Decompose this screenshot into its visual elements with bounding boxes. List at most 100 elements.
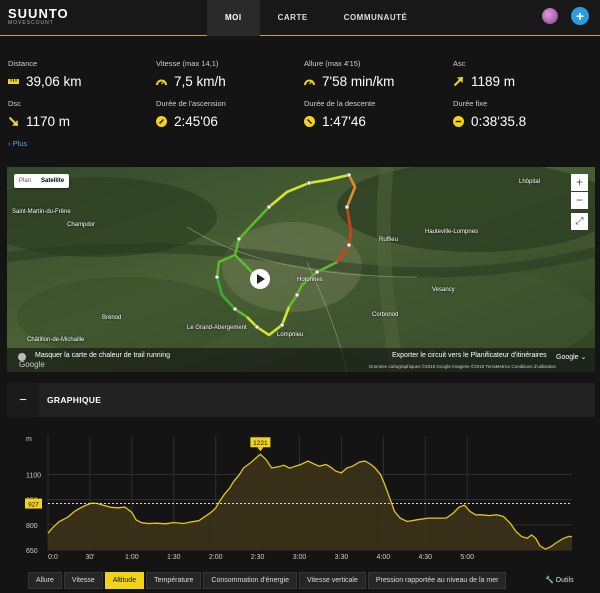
map-place-label: Hotonnes: [297, 277, 323, 283]
nav-tab-moi[interactable]: MOI: [207, 0, 260, 36]
more-stats-label: Plus: [12, 139, 28, 148]
map-type-control: Plan Satellite: [14, 174, 70, 188]
tools-label: Outils: [555, 577, 574, 584]
x-tick-label: 5:00: [460, 554, 474, 561]
max-altitude-pointer: [257, 447, 264, 452]
map-place-label: Ruffieu: [379, 237, 398, 243]
y-tick-label: 650: [26, 548, 38, 555]
map-place-label: Le Grand-Abergement: [187, 325, 247, 331]
stat-value: 7'58 min/km: [322, 74, 395, 89]
main-nav: MOI CARTE COMMUNAUTÉ: [207, 0, 425, 36]
map-type-plan-button[interactable]: Plan: [14, 174, 36, 188]
stat-label: Durée de la descente: [304, 99, 376, 108]
stat-label: Distance: [8, 59, 38, 68]
map-place-label: Châtillon-de-Michaille: [27, 337, 85, 343]
stat-value: 2:45'06: [174, 114, 218, 129]
stat-flat-time: Durée fixe 0:38'35.8: [453, 99, 598, 129]
graph-title: GRAPHIQUE: [47, 395, 102, 405]
map-place-label: Lhôpital: [519, 179, 541, 185]
collapse-graph-button[interactable]: −: [7, 383, 39, 417]
distance-icon: [8, 79, 19, 84]
more-stats-link[interactable]: › Plus: [8, 139, 27, 148]
x-tick-label: 4:30: [418, 554, 432, 561]
tab-vertical-speed[interactable]: Vitesse verticale: [299, 572, 366, 589]
stat-ascent-time: Durée de l'ascension 2:45'06: [156, 99, 301, 129]
stat-descent-time: Durée de la descente 1:47'46: [304, 99, 449, 129]
y-tick-label: 1100: [26, 473, 41, 480]
graph-tabs: Allure Vitesse Altitude Température Cons…: [28, 572, 508, 589]
stat-value: 7,5 km/h: [174, 74, 226, 89]
map-type-satellite-button[interactable]: Satellite: [36, 174, 69, 188]
x-tick-label: 30': [85, 554, 94, 561]
tab-allure[interactable]: Allure: [28, 572, 62, 589]
map-place-label: Vesancy: [432, 287, 455, 293]
speedometer-icon: [156, 79, 167, 86]
y-tick-label: 800: [26, 523, 38, 530]
satellite-imagery: [7, 167, 595, 372]
stat-speed: Vitesse (max 14,1) 7,5 km/h: [156, 59, 301, 89]
stat-value: 1:47'46: [322, 114, 366, 129]
altitude-chart[interactable]: 6508009501100m0:030'1:001:302:002:303:00…: [20, 432, 580, 568]
wrench-icon: 🔧: [545, 577, 554, 584]
tab-sea-level-pressure[interactable]: Pression rapportée au niveau de la mer: [367, 572, 507, 589]
map-place-label: Corbonod: [372, 312, 399, 318]
tab-temperature[interactable]: Température: [146, 572, 202, 589]
map-place-label: Hauteville-Lompnes: [425, 229, 479, 235]
user-avatar[interactable]: [542, 8, 558, 24]
google-menu[interactable]: Google ⌄: [556, 353, 586, 361]
tab-altitude[interactable]: Altitude: [104, 572, 145, 589]
clock-up-icon: [156, 116, 167, 127]
stat-label: Durée fixe: [453, 99, 488, 108]
add-move-button[interactable]: +: [571, 7, 589, 25]
max-altitude-label: 1221: [253, 440, 268, 447]
stat-value: 1170 m: [26, 114, 71, 129]
play-route-button[interactable]: [250, 269, 270, 289]
logo-subtitle: MOVESCOUNT: [8, 20, 54, 26]
x-tick-label: 3:00: [293, 554, 307, 561]
route-map[interactable]: Saint-Martin-du-Frêne Champdor Ruffieu H…: [7, 167, 595, 372]
stat-label: Dsc: [8, 99, 21, 108]
x-tick-label: 0:0: [48, 554, 58, 561]
reference-value-label: 927: [28, 502, 39, 509]
stat-label: Durée de l'ascension: [156, 99, 226, 108]
stat-label: Allure (max 4'15): [304, 59, 361, 68]
stat-label: Asc: [453, 59, 466, 68]
clock-down-icon: [304, 116, 315, 127]
logo-wordmark: SUUNTO: [8, 6, 69, 21]
x-tick-label: 1:30: [167, 554, 181, 561]
map-place-label: Saint-Martin-du-Frêne: [12, 209, 71, 215]
stat-value: 39,06 km: [26, 74, 82, 89]
map-attribution: Données cartographiques ©2019 Google Ima…: [369, 364, 557, 369]
tab-vitesse[interactable]: Vitesse: [63, 572, 103, 589]
x-tick-label: 1:00: [125, 554, 139, 561]
speedometer-icon: [304, 79, 315, 86]
x-tick-label: 2:00: [209, 554, 223, 561]
altitude-area: [48, 454, 572, 550]
stat-ascent: Asc 1189 m: [453, 59, 598, 89]
clock-flat-icon: [453, 116, 464, 127]
map-place-label: Brénod: [102, 315, 122, 321]
stat-value: 1189 m: [471, 74, 516, 89]
top-navigation-bar: SUUNTO MOVESCOUNT MOI CARTE COMMUNAUTÉ +: [0, 0, 600, 36]
nav-tab-communaute[interactable]: COMMUNAUTÉ: [326, 0, 426, 36]
zoom-out-button[interactable]: −: [571, 192, 588, 209]
export-route-link[interactable]: Exporter le circuit vers le Planificateu…: [392, 352, 547, 359]
stat-label: Vitesse (max 14,1): [156, 59, 219, 68]
zoom-in-button[interactable]: +: [571, 174, 588, 191]
suunto-logo[interactable]: SUUNTO MOVESCOUNT: [8, 7, 69, 27]
arrow-up-right-icon: [453, 77, 463, 87]
y-unit-label: m: [26, 436, 32, 443]
stat-descent: Dsc 1170 m: [8, 99, 153, 129]
x-tick-label: 2:30: [251, 554, 265, 561]
heatmap-label[interactable]: Masquer la carte de chaleur de trail run…: [35, 352, 170, 359]
nav-tab-carte[interactable]: CARTE: [260, 0, 326, 36]
stat-value: 0:38'35.8: [471, 114, 527, 129]
tools-button[interactable]: 🔧 Outils: [545, 576, 574, 584]
stat-pace: Allure (max 4'15) 7'58 min/km: [304, 59, 449, 89]
chevron-down-icon: ⌄: [580, 354, 587, 361]
tab-energy[interactable]: Consommation d'énergie: [203, 572, 298, 589]
stat-distance: Distance 39,06 km: [8, 59, 153, 89]
fullscreen-button[interactable]: ⤢: [571, 213, 588, 230]
chevron-right-icon: ›: [8, 139, 11, 148]
x-tick-label: 4:00: [377, 554, 391, 561]
